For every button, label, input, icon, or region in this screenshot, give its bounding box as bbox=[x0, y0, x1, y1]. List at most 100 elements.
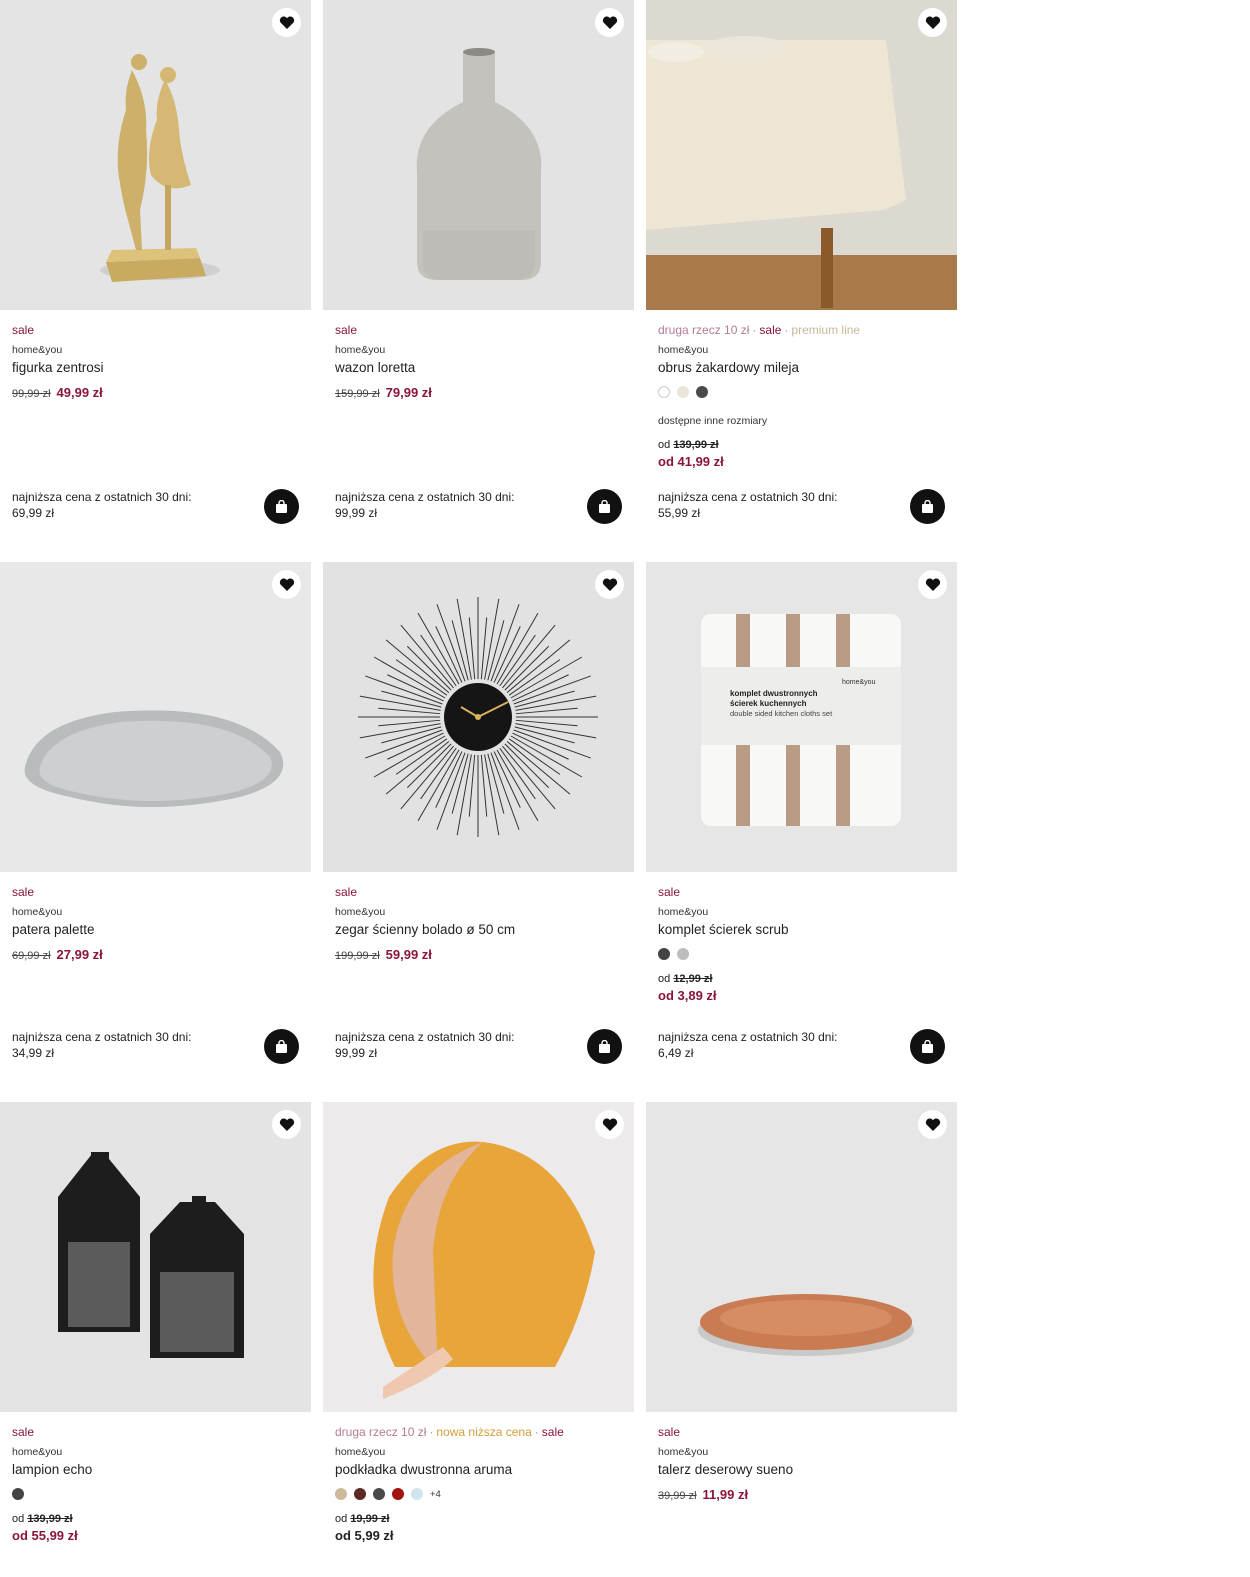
product-card[interactable]: home&you komplet dwustronnych ścierek ku… bbox=[646, 562, 957, 1064]
lowest-price-info: najniższa cena z ostatnich 30 dni: 99,99 … bbox=[335, 1029, 555, 1061]
product-card[interactable]: druga rzecz 10 zł · sale · premium line home&… bbox=[646, 0, 957, 524]
product-name[interactable]: wazon loretta bbox=[335, 360, 622, 375]
product-tags: druga rzecz 10 zł · nowa niższa cena · sale bbox=[335, 1424, 622, 1440]
favorite-button[interactable] bbox=[918, 1110, 947, 1139]
old-price: od 12,99 zł bbox=[658, 973, 945, 985]
lowest-price-value: 6,49 zł bbox=[658, 1046, 694, 1060]
product-card[interactable]: sale home&you wazon loretta 159,99 zł 79,99 … bbox=[323, 0, 634, 524]
color-swatches: +4 bbox=[335, 1487, 622, 1501]
product-name[interactable]: obrus żakardowy mileja bbox=[658, 360, 945, 375]
product-tag: sale bbox=[658, 1425, 681, 1439]
product-tag: sale bbox=[759, 323, 782, 337]
product-info: sale home&you zegar ścienny bolado ø 50 cm… bbox=[323, 884, 634, 962]
tag-separator: · bbox=[429, 1425, 434, 1439]
color-swatch[interactable] bbox=[677, 386, 689, 398]
tag-separator: · bbox=[534, 1425, 539, 1439]
product-tags: sale bbox=[12, 884, 299, 900]
product-brand: home&you bbox=[335, 906, 386, 918]
tag-separator: · bbox=[752, 323, 757, 337]
price-block: 39,99 zł 11,99 zł bbox=[658, 1487, 945, 1502]
favorite-button[interactable] bbox=[272, 1110, 301, 1139]
favorite-button[interactable] bbox=[918, 570, 947, 599]
product-image[interactable]: home&you komplet dwustronnych ścierek ku… bbox=[646, 562, 957, 872]
product-image[interactable] bbox=[323, 562, 634, 872]
product-tag: sale bbox=[335, 323, 358, 337]
lowest-price-value: 69,99 zł bbox=[12, 506, 55, 520]
product-tag: nowa niższa cena bbox=[436, 1425, 532, 1439]
color-swatch[interactable] bbox=[335, 1488, 347, 1500]
favorite-button[interactable] bbox=[595, 570, 624, 599]
color-swatch[interactable] bbox=[373, 1488, 385, 1500]
heart-icon bbox=[279, 15, 295, 30]
product-image[interactable] bbox=[323, 1102, 634, 1412]
product-name[interactable]: figurka zentrosi bbox=[12, 360, 299, 375]
old-price: 39,99 zł bbox=[658, 1490, 697, 1502]
color-swatch[interactable] bbox=[696, 386, 708, 398]
product-card[interactable]: sale home&you patera palette 69,99 zł 27,99 … bbox=[0, 562, 311, 1064]
product-card[interactable]: sale home&you zegar ścienny bolado ø 50 cm… bbox=[323, 562, 634, 1064]
price-block: 159,99 zł 79,99 zł bbox=[335, 385, 622, 400]
old-price: 69,99 zł bbox=[12, 950, 51, 962]
product-tags: druga rzecz 10 zł · sale · premium line bbox=[658, 322, 945, 338]
lowest-price-value: 34,99 zł bbox=[12, 1046, 55, 1060]
product-image[interactable] bbox=[0, 562, 311, 872]
product-tag: sale bbox=[335, 885, 358, 899]
product-name[interactable]: talerz deserowy sueno bbox=[658, 1462, 945, 1477]
color-swatch[interactable] bbox=[658, 948, 670, 960]
heart-icon bbox=[925, 577, 941, 592]
color-swatch[interactable] bbox=[677, 948, 689, 960]
favorite-button[interactable] bbox=[595, 1110, 624, 1139]
product-tags: sale bbox=[12, 1424, 299, 1440]
product-tags: sale bbox=[335, 322, 622, 338]
price-block: 199,99 zł 59,99 zł bbox=[335, 947, 622, 962]
product-card[interactable]: sale home&you lampion echo od 139,99 zł od 5… bbox=[0, 1102, 311, 1543]
product-tags: sale bbox=[335, 884, 622, 900]
sale-price: od 3,89 zł bbox=[658, 988, 717, 1003]
add-to-cart-button[interactable] bbox=[910, 1029, 945, 1064]
svg-text:double sided kitchen cloths se: double sided kitchen cloths set bbox=[730, 709, 833, 718]
product-image[interactable] bbox=[0, 0, 311, 310]
more-colors[interactable]: +4 bbox=[430, 1489, 441, 1500]
sale-price: od 41,99 zł bbox=[658, 454, 724, 469]
favorite-button[interactable] bbox=[595, 8, 624, 37]
product-brand: home&you bbox=[658, 344, 709, 356]
old-price: 199,99 zł bbox=[335, 950, 380, 962]
color-swatch[interactable] bbox=[392, 1488, 404, 1500]
product-name[interactable]: patera palette bbox=[12, 922, 299, 937]
product-tag: premium line bbox=[791, 323, 861, 337]
product-name[interactable]: lampion echo bbox=[12, 1462, 299, 1477]
sale-price: 11,99 zł bbox=[702, 1487, 749, 1502]
product-card[interactable]: sale home&you talerz deserowy sueno 39,99 z… bbox=[646, 1102, 957, 1502]
shopping-bag-icon bbox=[598, 499, 611, 514]
product-image[interactable] bbox=[646, 0, 957, 310]
old-price: od 139,99 zł bbox=[658, 439, 945, 451]
product-info: sale home&you figurka zentrosi 99,99 zł 49,9… bbox=[0, 322, 311, 400]
add-to-cart-button[interactable] bbox=[587, 489, 622, 524]
lowest-price-label: najniższa cena z ostatnich 30 dni: bbox=[658, 1030, 838, 1044]
product-name[interactable]: komplet ścierek scrub bbox=[658, 922, 945, 937]
product-tag: sale bbox=[12, 885, 35, 899]
product-image[interactable] bbox=[646, 1102, 957, 1412]
product-card[interactable]: druga rzecz 10 zł · nowa niższa cena · sale h… bbox=[323, 1102, 634, 1543]
favorite-button[interactable] bbox=[918, 8, 947, 37]
product-card[interactable]: sale home&you figurka zentrosi 99,99 zł 49,9… bbox=[0, 0, 311, 524]
tag-separator: · bbox=[784, 323, 789, 337]
product-info: sale home&you talerz deserowy sueno 39,99 z… bbox=[646, 1424, 957, 1502]
color-swatch[interactable] bbox=[658, 386, 670, 398]
favorite-button[interactable] bbox=[272, 570, 301, 599]
color-swatch[interactable] bbox=[411, 1488, 423, 1500]
product-name[interactable]: podkładka dwustronna aruma bbox=[335, 1462, 622, 1477]
lowest-price-info: najniższa cena z ostatnich 30 dni: 99,99 … bbox=[335, 489, 555, 521]
color-swatches bbox=[658, 385, 945, 399]
color-swatch[interactable] bbox=[12, 1488, 24, 1500]
product-name[interactable]: zegar ścienny bolado ø 50 cm bbox=[335, 922, 622, 937]
product-image[interactable] bbox=[323, 0, 634, 310]
lowest-price-label: najniższa cena z ostatnich 30 dni: bbox=[658, 490, 838, 504]
favorite-button[interactable] bbox=[272, 8, 301, 37]
add-to-cart-button[interactable] bbox=[264, 489, 299, 524]
product-image[interactable] bbox=[0, 1102, 311, 1412]
add-to-cart-button[interactable] bbox=[910, 489, 945, 524]
add-to-cart-button[interactable] bbox=[587, 1029, 622, 1064]
color-swatch[interactable] bbox=[354, 1488, 366, 1500]
add-to-cart-button[interactable] bbox=[264, 1029, 299, 1064]
